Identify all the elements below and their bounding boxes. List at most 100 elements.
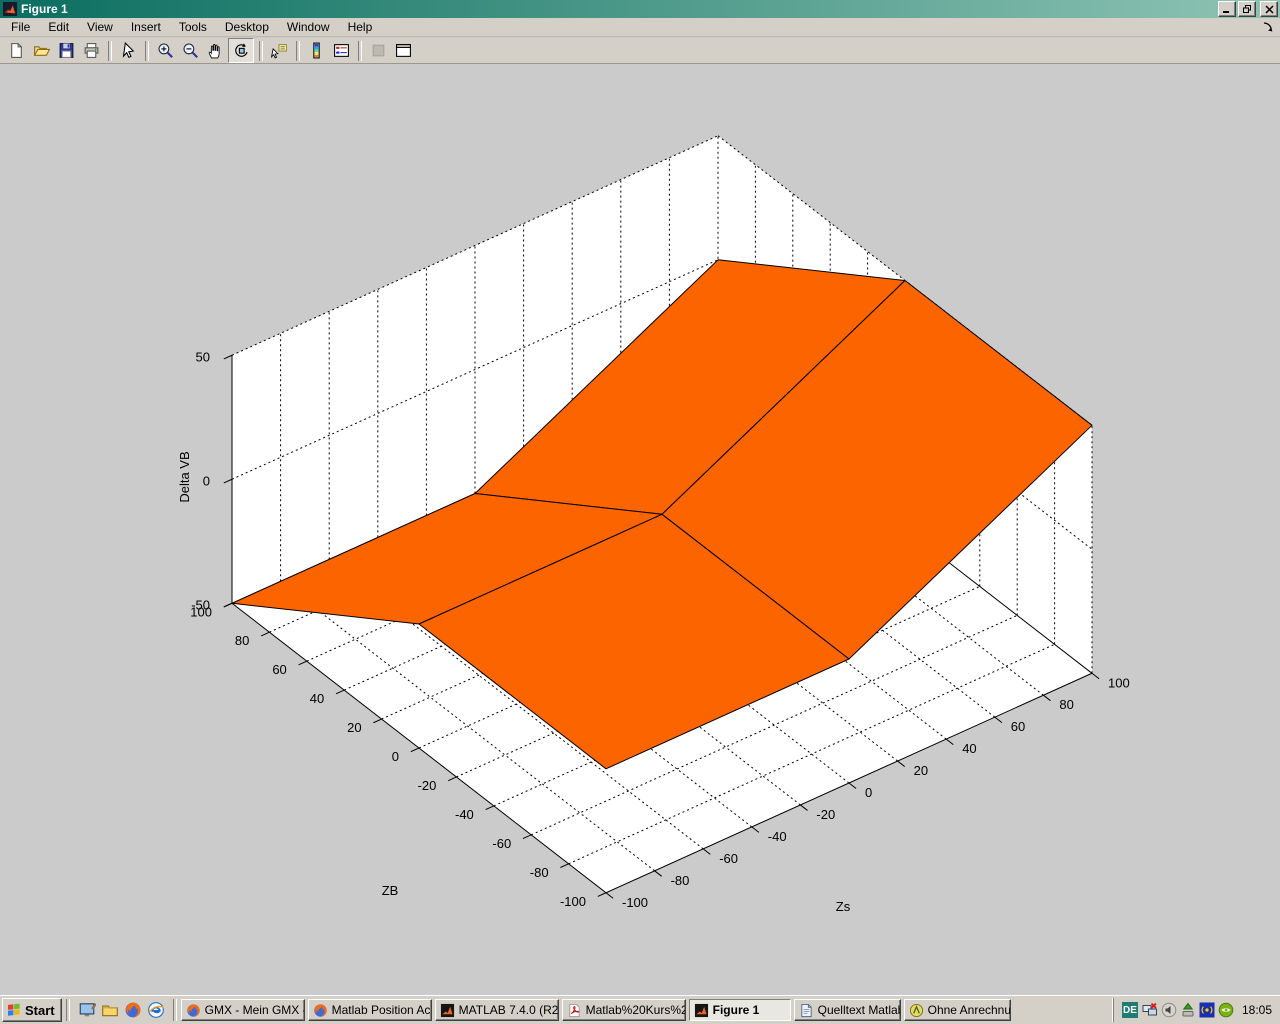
zs-tick-label: -20 [816,807,835,822]
restore-button[interactable] [1238,1,1256,17]
toolbar-button-print[interactable] [79,39,103,62]
z-tick-label: 50 [196,349,210,364]
minimize-button[interactable] [1218,1,1236,17]
save-icon [58,42,75,59]
quicklaunch-folder[interactable] [101,1001,119,1019]
quicklaunch-show-desktop[interactable] [78,1001,96,1019]
zb-tick-label: 80 [235,633,249,648]
toolbar-button-edit-plot-arrow[interactable] [116,39,140,62]
zs-tick-label: -100 [622,895,648,910]
legend-icon [333,42,350,59]
toolbar-button-open-file[interactable] [29,39,53,62]
ie-icon [147,1001,165,1019]
toolbar-button-rotate-3d[interactable] [228,38,254,63]
zs-tick-label: -40 [768,829,787,844]
toolbar-button-data-cursor[interactable] [267,39,291,62]
tray-network-offline[interactable] [1142,1002,1158,1018]
wireless-icon [1199,1002,1215,1018]
zb-tick-label: 40 [310,691,324,706]
toolbar-separator [296,41,300,61]
toolbar-button-save[interactable] [54,39,78,62]
close-icon [1265,5,1274,14]
matlab-icon [440,1003,455,1018]
task-button-label: MATLAB 7.4.0 (R2... [459,1003,559,1017]
surface-plot-axes[interactable]: -50050-100-80-60-40-20020406080100-100-8… [0,64,1280,995]
zoom-out-icon [182,42,199,59]
new-file-icon [8,42,25,59]
taskbar-separator [66,999,70,1021]
task-button-label: Matlab%20Kurs%20... [586,1003,686,1017]
restore-icon [1242,4,1252,14]
toolbar-button-colorbar[interactable] [304,39,328,62]
matlab-icon [694,1003,709,1018]
task-buttons: GMX - Mein GMX - ...Matlab Position Ac..… [181,999,1109,1021]
menu-item-edit[interactable]: Edit [39,18,78,36]
task-button-3[interactable]: Matlab%20Kurs%20... [562,999,686,1021]
quick-launch [74,1001,169,1019]
menu-item-file[interactable]: File [2,18,39,36]
zb-tick-label: -100 [560,894,586,909]
zs-tick-label: 40 [962,741,976,756]
toolbar-button-new-file[interactable] [4,39,28,62]
system-tray: DE 18:05 [1113,998,1278,1022]
toolbar-button-zoom-in[interactable] [153,39,177,62]
quicklaunch-firefox[interactable] [124,1001,142,1019]
figure-canvas: -50050-100-80-60-40-20020406080100-100-8… [0,64,1280,995]
dock-figure-arrow-icon[interactable] [1261,20,1275,34]
toolbar-separator [358,41,362,61]
tray-wireless[interactable] [1199,1002,1215,1018]
origin-icon [909,1003,924,1018]
menu-item-insert[interactable]: Insert [122,18,170,36]
windows-logo-icon [7,1003,21,1017]
quicklaunch-ie[interactable] [147,1001,165,1019]
title-bar[interactable]: Figure 1 [0,0,1280,18]
menu-item-window[interactable]: Window [278,18,339,36]
z-tick-label: 0 [203,473,210,488]
taskbar-clock: 18:05 [1242,1003,1272,1017]
toolbar-button-zoom-out[interactable] [178,39,202,62]
usb-eject-icon [1180,1002,1196,1018]
rotate-3d-icon [233,42,250,59]
zs-tick-label: -60 [719,851,738,866]
toolbar-separator [259,41,263,61]
toolbar-button-pan-hand[interactable] [203,39,227,62]
task-button-label: Ohne Anrechnung1... [928,1003,1011,1017]
zs-tick-label: 0 [865,785,872,800]
toolbar-separator [108,41,112,61]
toolbar-button-show-plot-tools[interactable] [391,39,415,62]
menu-item-help[interactable]: Help [339,18,382,36]
task-button-4[interactable]: Figure 1 [689,999,791,1021]
close-button[interactable] [1260,1,1278,17]
start-button[interactable]: Start [2,998,62,1022]
toolbar-button-hide-plot-tools [366,39,390,62]
task-button-5[interactable]: Quelltext Matlab.txt ... [794,999,901,1021]
hide-plot-tools-icon [370,42,387,59]
nvidia-icon [1218,1002,1234,1018]
data-cursor-icon [271,42,288,59]
pdf-icon [567,1003,582,1018]
tray-nvidia[interactable] [1218,1002,1234,1018]
task-button-2[interactable]: MATLAB 7.4.0 (R2... [435,999,559,1021]
menu-item-view[interactable]: View [78,18,122,36]
toolbar-button-legend[interactable] [329,39,353,62]
window-title: Figure 1 [21,2,1218,16]
x-axis-label: ZB [382,883,399,898]
task-button-1[interactable]: Matlab Position Ac... [308,999,432,1021]
zb-tick-label: -80 [530,865,549,880]
zb-tick-label: -20 [418,778,437,793]
zb-tick-label: 20 [347,720,361,735]
zs-tick-label: 20 [914,763,928,778]
tray-volume[interactable] [1161,1002,1177,1018]
menu-item-tools[interactable]: Tools [170,18,216,36]
menu-item-desktop[interactable]: Desktop [216,18,278,36]
tray-usb-eject[interactable] [1180,1002,1196,1018]
print-icon [83,42,100,59]
language-indicator[interactable]: DE [1122,1002,1138,1018]
zb-tick-label: -60 [492,836,511,851]
task-button-0[interactable]: GMX - Mein GMX - ... [181,999,305,1021]
task-button-6[interactable]: Ohne Anrechnung1... [904,999,1011,1021]
taskbar-separator [173,999,177,1021]
start-label: Start [25,1003,55,1018]
open-file-icon [33,42,50,59]
pan-hand-icon [207,42,224,59]
